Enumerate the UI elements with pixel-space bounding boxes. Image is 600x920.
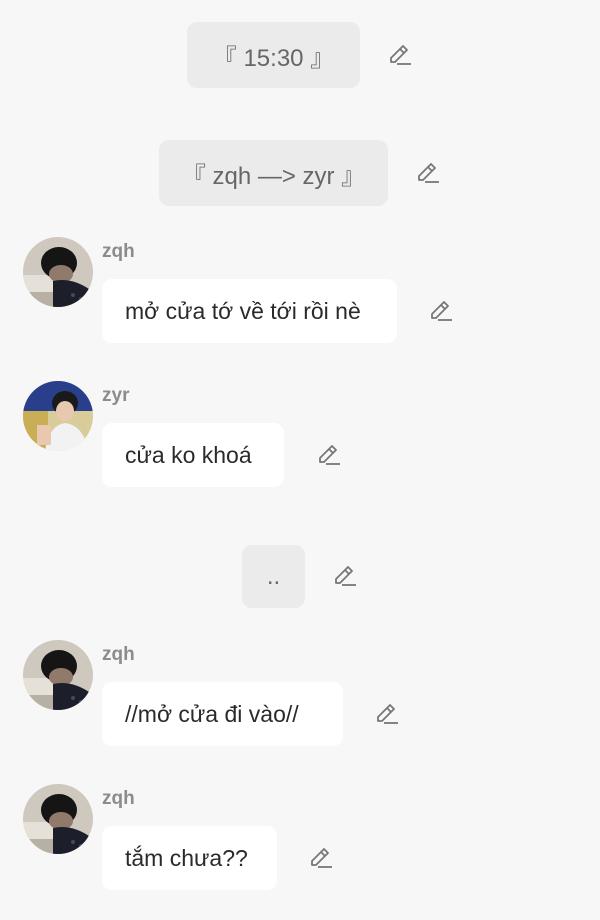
system-bubble[interactable]: .. bbox=[242, 545, 305, 608]
avatar-zqh[interactable] bbox=[23, 237, 93, 307]
sender-name: zqh bbox=[102, 644, 135, 665]
system-bubble[interactable]: 『 15:30 』 bbox=[187, 22, 360, 88]
system-text: .. bbox=[266, 562, 281, 590]
avatar-zqh[interactable] bbox=[23, 640, 93, 710]
system-bubble[interactable]: 『 zqh —> zyr 』 bbox=[159, 140, 388, 206]
message-text: //mở cửa đi vào// bbox=[125, 700, 299, 727]
pencil-edit-icon[interactable] bbox=[308, 845, 334, 871]
pencil-edit-icon[interactable] bbox=[415, 160, 441, 186]
message-text: tắm chưa?? bbox=[125, 844, 248, 871]
pencil-edit-icon[interactable] bbox=[316, 442, 342, 468]
chat-bubble[interactable]: //mở cửa đi vào// bbox=[102, 682, 343, 746]
system-text: 『 15:30 』 bbox=[212, 44, 335, 72]
chat-bubble[interactable]: mở cửa tớ về tới rồi nè bbox=[102, 279, 397, 343]
avatar-zyr[interactable] bbox=[23, 381, 93, 451]
avatar-zqh[interactable] bbox=[23, 784, 93, 854]
system-text: 『 zqh —> zyr 』 bbox=[181, 162, 366, 190]
pencil-edit-icon[interactable] bbox=[428, 298, 454, 324]
message-text: cửa ko khoá bbox=[125, 441, 252, 468]
chat-bubble[interactable]: tắm chưa?? bbox=[102, 826, 277, 890]
message-text: mở cửa tớ về tới rồi nè bbox=[125, 297, 361, 324]
sender-name: zyr bbox=[102, 385, 130, 406]
sender-name: zqh bbox=[102, 241, 135, 262]
pencil-edit-icon[interactable] bbox=[374, 701, 400, 727]
chat-bubble[interactable]: cửa ko khoá bbox=[102, 423, 284, 487]
pencil-edit-icon[interactable] bbox=[332, 563, 358, 589]
pencil-edit-icon[interactable] bbox=[387, 42, 413, 68]
sender-name: zqh bbox=[102, 788, 135, 809]
